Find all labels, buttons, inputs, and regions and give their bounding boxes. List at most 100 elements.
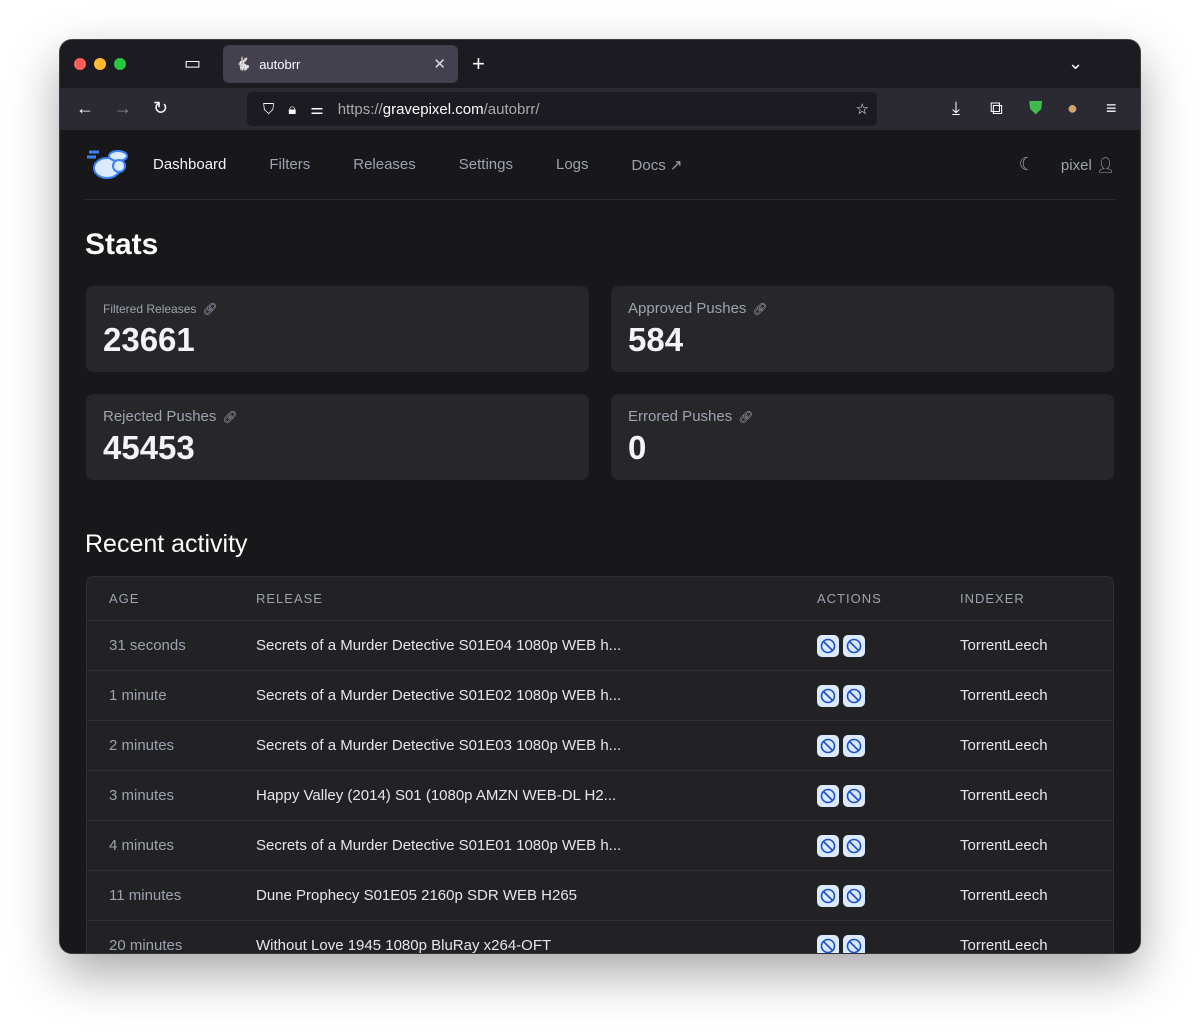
user-icon: 👤︎: [1095, 156, 1115, 174]
row-actions: [817, 784, 960, 807]
row-actions: [817, 934, 960, 953]
col-actions: ACTIONS: [817, 591, 882, 606]
col-indexer: INDEXER: [960, 591, 1025, 606]
stat-label: Approved Pushes: [628, 300, 747, 317]
row-actions: [817, 734, 960, 757]
stat-value: 23661: [103, 321, 195, 358]
stat-card-rejected[interactable]: Rejected Pushes 🔗︎ 45453: [86, 394, 589, 480]
rejected-action-icon[interactable]: [843, 684, 865, 707]
table-row[interactable]: 31 seconds Secrets of a Murder Detective …: [87, 620, 1113, 670]
row-age: 2 minutes: [109, 737, 175, 754]
nav-dashboard[interactable]: Dashboard: [153, 156, 226, 173]
rejected-action-icon[interactable]: [817, 784, 839, 807]
new-tab-button[interactable]: +: [472, 53, 485, 75]
row-indexer: TorrentLeech: [960, 787, 1048, 804]
reload-button[interactable]: ↻: [153, 99, 168, 117]
table-row[interactable]: 20 minutes Without Love 1945 1080p BluRay…: [87, 920, 1113, 953]
address-bar[interactable]: ⛉ 🔒︎ ⚌ https://gravepixel.com/autobrr/ ☆: [247, 92, 877, 126]
row-actions: [817, 834, 960, 857]
maximize-window-button[interactable]: [114, 58, 126, 70]
row-indexer: TorrentLeech: [960, 937, 1048, 953]
link-icon: 🔗︎: [202, 302, 218, 316]
rejected-action-icon[interactable]: [843, 934, 865, 953]
stat-value: 45453: [103, 429, 195, 466]
row-age: 1 minute: [109, 687, 167, 704]
row-actions: [817, 884, 960, 907]
row-release: Happy Valley (2014) S01 (1080p AMZN WEB-…: [256, 787, 617, 804]
nav-filters[interactable]: Filters: [269, 156, 310, 173]
table-row[interactable]: 3 minutes Happy Valley (2014) S01 (1080p …: [87, 770, 1113, 820]
table-row[interactable]: 1 minute Secrets of a Murder Detective S0…: [87, 670, 1113, 720]
menu-icon[interactable]: ≡: [1106, 99, 1117, 117]
top-nav: Dashboard Filters Releases Settings Logs…: [85, 130, 1115, 200]
row-age: 3 minutes: [109, 787, 175, 804]
bookmark-star-icon[interactable]: ☆: [856, 100, 869, 118]
download-icon[interactable]: ⤓: [952, 99, 960, 117]
stat-label: Filtered Releases: [103, 302, 197, 316]
url-domain: gravepixel.com: [382, 100, 484, 118]
row-age: 11 minutes: [109, 887, 182, 904]
theme-moon-icon[interactable]: ☾: [1019, 154, 1035, 175]
rejected-action-icon[interactable]: [843, 734, 865, 757]
link-icon: 🔗︎: [738, 410, 754, 424]
nav-docs-label: Docs: [631, 156, 666, 174]
stat-card-approved[interactable]: Approved Pushes 🔗︎ 584: [611, 286, 1114, 372]
permissions-icon: ⚌: [310, 101, 324, 118]
url-path: /autobrr/: [483, 100, 540, 118]
adguard-shield-icon[interactable]: ⛊: [1029, 99, 1043, 117]
stat-label: Rejected Pushes: [103, 408, 217, 425]
row-release: Dune Prophecy S01E05 2160p SDR WEB H265: [256, 887, 578, 904]
minimize-window-button[interactable]: [94, 58, 106, 70]
rejected-action-icon[interactable]: [843, 884, 865, 907]
stat-value: 0: [628, 429, 647, 466]
forward-button[interactable]: →: [114, 99, 132, 117]
browser-window: ▭ 🐇 autobrr ✕ + ⌄ ← → ↻ ⛉ 🔒︎ ⚌ https://g…: [60, 40, 1140, 953]
row-indexer: TorrentLeech: [960, 687, 1048, 704]
lock-icon: 🔒︎: [288, 100, 297, 118]
table-row[interactable]: 11 minutes Dune Prophecy S01E05 2160p SDR…: [87, 870, 1113, 920]
rejected-action-icon[interactable]: [817, 684, 839, 707]
row-age: 20 minutes: [109, 937, 183, 953]
rejected-action-icon[interactable]: [817, 934, 839, 953]
stat-card-filtered[interactable]: Filtered Releases 🔗︎ 23661: [86, 286, 589, 372]
back-button[interactable]: ←: [76, 99, 94, 117]
url-prefix: https://: [337, 100, 383, 118]
row-release: Without Love 1945 1080p BluRay x264-OFT: [256, 937, 552, 953]
close-tab-icon[interactable]: ✕: [433, 55, 446, 73]
profile-avatar-icon[interactable]: ●: [1067, 99, 1078, 117]
link-icon: 🔗︎: [752, 302, 768, 316]
activity-table: AGE RELEASE ACTIONS INDEXER 31 seconds Se…: [86, 576, 1114, 953]
username: pixel: [1060, 156, 1092, 174]
table-row[interactable]: 4 minutes Secrets of a Murder Detective S…: [87, 820, 1113, 870]
rejected-action-icon[interactable]: [843, 784, 865, 807]
rejected-action-icon[interactable]: [817, 834, 839, 857]
rejected-action-icon[interactable]: [817, 734, 839, 757]
nav-settings[interactable]: Settings: [459, 156, 513, 173]
nav-docs[interactable]: Docs ↗: [632, 156, 683, 174]
autobrr-page: Dashboard Filters Releases Settings Logs…: [60, 130, 1140, 953]
row-actions: [817, 634, 960, 657]
external-link-icon: ↗: [669, 156, 683, 174]
rejected-action-icon[interactable]: [817, 634, 839, 657]
tab-tray-icon[interactable]: ▭: [184, 54, 201, 72]
rejected-action-icon[interactable]: [817, 884, 839, 907]
row-indexer: TorrentLeech: [960, 737, 1048, 754]
autobrr-logo[interactable]: [85, 142, 131, 188]
stat-label: Errored Pushes: [628, 408, 733, 425]
row-age: 4 minutes: [109, 837, 175, 854]
table-row[interactable]: 2 minutes Secrets of a Murder Detective S…: [87, 720, 1113, 770]
nav-releases[interactable]: Releases: [353, 156, 416, 173]
stat-card-errored[interactable]: Errored Pushes 🔗︎ 0: [611, 394, 1114, 480]
rejected-action-icon[interactable]: [843, 634, 865, 657]
row-release: Secrets of a Murder Detective S01E03 108…: [256, 737, 622, 754]
rabbit-favicon-icon: 🐇: [235, 56, 252, 71]
user-menu[interactable]: pixel 👤︎: [1061, 156, 1115, 174]
shield-icon: ⛉: [263, 100, 275, 118]
tab-autobrr[interactable]: 🐇 autobrr ✕: [223, 45, 458, 83]
tab-list-chevron-icon[interactable]: ⌄: [1068, 54, 1083, 72]
extensions-icon[interactable]: ⧉: [990, 99, 1003, 117]
col-age: AGE: [109, 591, 140, 606]
close-window-button[interactable]: [74, 58, 86, 70]
rejected-action-icon[interactable]: [843, 834, 865, 857]
nav-logs[interactable]: Logs: [556, 156, 589, 173]
